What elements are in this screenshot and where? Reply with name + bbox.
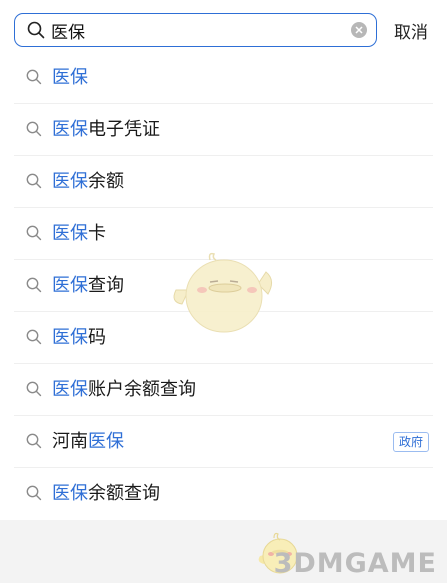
- search-icon: [26, 69, 42, 85]
- suggestion-text: 医保卡: [52, 222, 106, 246]
- search-icon: [26, 173, 42, 189]
- search-icon: [26, 485, 42, 501]
- suggestion-item[interactable]: 医保账户余额查询: [14, 364, 433, 416]
- suggestion-highlight: 医保: [52, 275, 88, 296]
- suggestion-text: 医保码: [52, 326, 106, 350]
- suggestion-highlight: 医保: [52, 327, 88, 348]
- suggestion-highlight: 医保: [52, 379, 88, 400]
- suggestion-rest: 卡: [88, 223, 106, 244]
- suggestion-rest: 码: [88, 327, 106, 348]
- search-input[interactable]: [51, 19, 351, 41]
- watermark-text: 3DMGAME: [273, 548, 437, 579]
- search-icon: [26, 433, 42, 449]
- search-page: 取消 医保 医保电子凭证 医保余额: [0, 0, 447, 583]
- suggestion-text: 医保余额查询: [52, 482, 160, 506]
- suggestion-rest: 电子凭证: [88, 119, 160, 140]
- search-icon: [26, 381, 42, 397]
- suggestion-highlight: 医保: [52, 171, 88, 192]
- suggestion-item[interactable]: 医保余额查询: [14, 468, 433, 520]
- suggestion-highlight: 医保: [52, 119, 88, 140]
- suggestion-highlight: 医保: [52, 67, 88, 88]
- search-icon: [26, 277, 42, 293]
- suggestion-item[interactable]: 医保电子凭证: [14, 104, 433, 156]
- suggestion-text: 医保余额: [52, 170, 124, 194]
- suggestion-text: 医保账户余额查询: [52, 378, 196, 402]
- close-icon: [355, 26, 363, 34]
- suggestion-rest: 余额查询: [88, 483, 160, 504]
- suggestion-text: 医保电子凭证: [52, 118, 160, 142]
- suggestion-prefix: 河南: [52, 431, 88, 452]
- clear-button[interactable]: [351, 22, 367, 38]
- cancel-button[interactable]: 取消: [394, 18, 428, 43]
- suggestion-text: 医保: [52, 66, 88, 90]
- suggestion-highlight: 医保: [52, 223, 88, 244]
- search-icon: [26, 329, 42, 345]
- suggestion-text: 河南医保: [52, 430, 124, 454]
- suggestion-highlight: 医保: [88, 431, 124, 452]
- suggestion-rest: 余额: [88, 171, 124, 192]
- suggestion-rest: 账户余额查询: [88, 379, 196, 400]
- search-icon: [26, 121, 42, 137]
- suggestion-item[interactable]: 医保: [14, 52, 433, 104]
- suggestion-highlight: 医保: [52, 483, 88, 504]
- search-icon: [27, 21, 45, 39]
- suggestion-item[interactable]: 河南医保 政府: [14, 416, 433, 468]
- suggestion-text: 医保查询: [52, 274, 124, 298]
- government-badge: 政府: [392, 432, 429, 452]
- watermark-mascot-icon: [173, 252, 272, 333]
- suggestion-rest: 查询: [88, 275, 124, 296]
- suggestion-item[interactable]: 医保余额: [14, 156, 433, 208]
- search-icon: [26, 225, 42, 241]
- search-bar[interactable]: [14, 13, 377, 47]
